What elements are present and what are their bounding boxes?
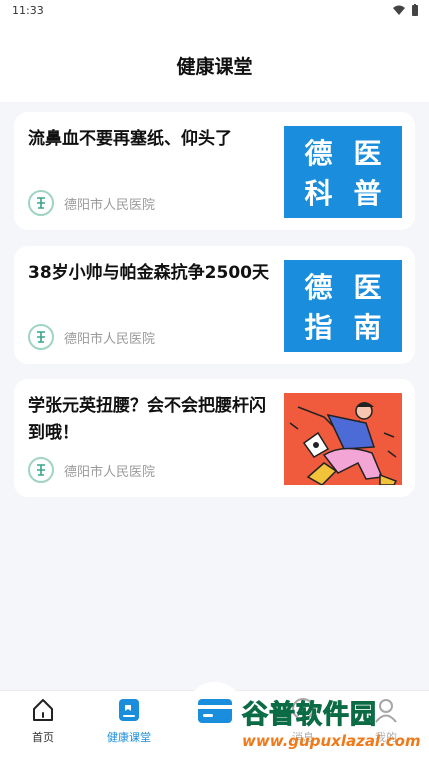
hospital-logo-icon (28, 457, 54, 483)
page-title: 健康课堂 (176, 55, 253, 78)
status-time: 11:33 (12, 3, 44, 17)
thumb-char: 普 (353, 177, 382, 210)
article-thumbnail: 德 医 科 普 (284, 126, 402, 218)
dancing-figure-illustration (284, 393, 402, 485)
hospital-logo-icon (28, 324, 54, 350)
source-name: 德阳市人民医院 (64, 197, 156, 213)
article-title: 流鼻血不要再塞纸、仰头了 (28, 129, 232, 149)
article-card[interactable]: 流鼻血不要再塞纸、仰头了 德阳市人民医院 德 医 科 普 (14, 112, 415, 230)
article-thumbnail: 德 医 指 南 (284, 260, 402, 352)
watermark-url: www.gupuxlazal.com (242, 732, 421, 750)
thumb-char: 医 (353, 137, 382, 170)
article-title: 38岁小帅与帕金森抗争2500天 (28, 263, 269, 283)
page-header: 健康课堂 (0, 20, 429, 102)
tab-label: 健康课堂 (107, 731, 151, 744)
card-icon (198, 699, 232, 723)
source-name: 德阳市人民医院 (64, 464, 156, 480)
thumb-char: 南 (353, 311, 382, 344)
thumb-char: 指 (304, 311, 333, 344)
home-icon (33, 699, 53, 721)
thumb-char: 德 (304, 271, 333, 304)
wifi-icon (393, 5, 405, 15)
hospital-logo-icon (28, 190, 54, 216)
article-card[interactable]: 学张元英扭腰？会不会把腰杆闪到哦！ 德阳市人民医院 (14, 379, 415, 497)
tab-label: 首页 (32, 731, 54, 744)
article-source: 德阳市人民医院 (28, 324, 155, 350)
source-name: 德阳市人民医院 (64, 331, 156, 347)
tab-health-class[interactable]: 健康课堂 (89, 697, 169, 745)
article-source: 德阳市人民医院 (28, 457, 155, 483)
tab-home[interactable]: 首页 (3, 697, 83, 745)
status-bar: 11:33 (0, 0, 429, 20)
watermark-title: 谷普软件园 (241, 700, 378, 731)
thumb-char: 科 (304, 177, 333, 210)
battery-icon (412, 4, 418, 16)
article-title: 学张元英扭腰？会不会把腰杆闪到哦！ (28, 396, 266, 443)
thumb-char: 德 (304, 137, 333, 170)
article-source: 德阳市人民医院 (28, 190, 155, 216)
site-watermark: 谷普软件园 www.gupuxlazal.com (234, 694, 428, 760)
article-card[interactable]: 38岁小帅与帕金森抗争2500天 德阳市人民医院 德 医 指 南 (14, 246, 415, 364)
book-icon (119, 699, 139, 721)
status-icons (393, 4, 419, 16)
thumb-char: 医 (353, 271, 382, 304)
